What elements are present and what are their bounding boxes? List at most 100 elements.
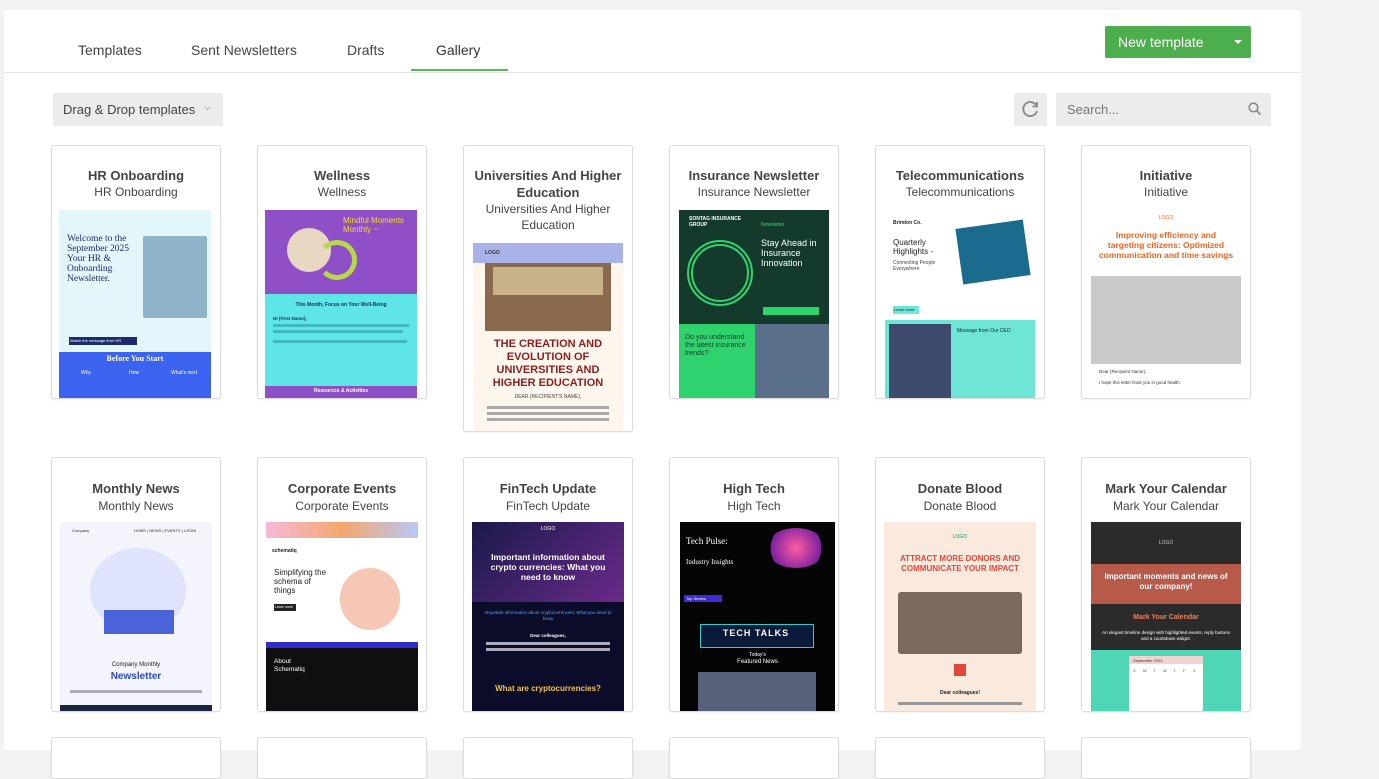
template-card-partial[interactable] <box>875 737 1045 779</box>
card-preview: Mindful Moments Monthly ~ This Month, Fo… <box>265 210 417 398</box>
card-title: HR Onboarding <box>87 168 185 183</box>
template-card-insurance[interactable]: Insurance Newsletter Insurance Newslette… <box>669 145 839 399</box>
dropdown-label: Drag & Drop templates <box>63 102 196 117</box>
preview-greeting: Dear colleagues, <box>530 633 566 638</box>
preview-banner: TECH TALKS <box>722 628 790 638</box>
template-card-corporate-events[interactable]: Corporate Events Corporate Events schema… <box>257 457 427 712</box>
card-preview: LOGO ATTRACT MORE DONORS AND COMMUNICATE… <box>884 522 1036 711</box>
preview-featured: Featured News <box>737 659 778 665</box>
template-card-partial[interactable] <box>463 737 633 779</box>
preview-kicker: Newsletter <box>761 222 785 228</box>
preview-message: Message from Our CEO <box>957 328 1011 334</box>
card-preview: LOGO THE CREATION AND EVOLUTION OF UNIVE… <box>473 243 623 431</box>
preview-logo: LOGO <box>1158 540 1174 546</box>
card-subtitle: FinTech Update <box>505 499 591 513</box>
card-subtitle: Universities And Higher Education <box>485 202 611 232</box>
card-title: Wellness <box>313 168 371 183</box>
card-title: Mark Your Calendar <box>1105 481 1227 496</box>
preview-logo: LOGO <box>952 534 968 540</box>
template-card-partial[interactable] <box>257 737 427 779</box>
preview-greeting: Dear colleagues! <box>939 690 981 696</box>
tab-bar: Templates Sent Newsletters Drafts Galler… <box>4 10 1301 73</box>
tab-gallery[interactable]: Gallery <box>436 42 480 58</box>
card-title: Telecommunications <box>895 168 1025 183</box>
template-card-partial[interactable] <box>1081 737 1251 779</box>
template-card-high-tech[interactable]: High Tech High Tech Tech Pulse: Industry… <box>669 457 839 712</box>
preview-focus: This Month, Focus on Your Well-Being <box>295 302 387 308</box>
preview-logo: LOGO <box>1158 215 1174 221</box>
active-tab-indicator <box>411 69 508 71</box>
preview-heading: Quarterly Highlights - <box>893 238 934 256</box>
template-card-donate-blood[interactable]: Donate Blood Donate Blood LOGO ATTRACT M… <box>875 457 1045 712</box>
preview-button: Learn more <box>275 605 293 609</box>
refresh-icon <box>1022 101 1038 117</box>
template-card-initiative[interactable]: Initiative Initiative LOGO Improving eff… <box>1081 145 1251 399</box>
card-subtitle: Corporate Events <box>295 499 389 513</box>
template-card-monthly-news[interactable]: Monthly News Monthly News Company HOME |… <box>51 457 221 712</box>
preview-sub: Industry Insights <box>686 558 734 566</box>
preview-line: I hope this letter finds you in good hea… <box>1099 380 1182 385</box>
preview-heading: ATTRACT MORE DONORS AND COMMUNICATE YOUR… <box>900 554 1020 573</box>
preview-today: Today's <box>749 652 766 658</box>
preview-day: M <box>1143 668 1147 673</box>
preview-heading: Important moments and news of our compan… <box>1104 572 1228 591</box>
template-card-universities[interactable]: Universities And Higher Education Univer… <box>463 145 633 432</box>
preview-button: Learn more <box>894 307 915 312</box>
new-template-button[interactable]: New template <box>1105 26 1251 58</box>
template-card-partial[interactable] <box>51 737 221 779</box>
card-preview: Welcome to the September 2025 Your HR & … <box>59 210 211 398</box>
template-card-hr-onboarding[interactable]: HR Onboarding HR Onboarding Welcome to t… <box>51 145 221 399</box>
preview-brand: SONTAG INSURANCE GROUP <box>689 216 742 228</box>
preview-button: Watch the message from HR <box>70 338 122 343</box>
template-card-telecommunications[interactable]: Telecommunications Telecommunications Br… <box>875 145 1045 399</box>
refresh-button[interactable] <box>1014 93 1047 126</box>
search-input[interactable] <box>1056 93 1258 126</box>
preview-day: F <box>1183 668 1186 673</box>
preview-brand: Brimton Co. <box>893 220 922 226</box>
card-preview: Brimton Co. Quarterly Highlights - Conne… <box>885 210 1035 398</box>
chevron-down-icon[interactable] <box>1225 26 1251 58</box>
preview-footer: Resources & Activities <box>313 388 368 394</box>
preview-desc: An elegant timeline design with highligh… <box>1102 630 1230 641</box>
preview-month: September 2024 <box>1133 658 1163 663</box>
preview-day: T <box>1153 668 1156 673</box>
preview-about: About Schematiq <box>274 658 305 673</box>
template-card-partial[interactable] <box>669 737 839 779</box>
card-title: Corporate Events <box>287 481 397 496</box>
preview-sub: Mark Your Calendar <box>1133 614 1199 621</box>
preview-day: S <box>1133 668 1136 673</box>
card-title: Insurance Newsletter <box>688 168 820 183</box>
template-card-wellness[interactable]: Wellness Wellness Mindful Moments Monthl… <box>257 145 427 399</box>
card-title: Initiative <box>1139 168 1193 183</box>
main-panel: Templates Sent Newsletters Drafts Galler… <box>4 10 1301 779</box>
card-preview: Company HOME | NEWS | EVENTS | LOGIN Com… <box>60 522 212 711</box>
preview-question: Do you understand the latest insurance t… <box>685 334 746 357</box>
card-preview: LOGO Important information about crypto … <box>472 522 624 711</box>
preview-greeting: Hi {First Name}, <box>273 316 307 321</box>
new-template-label: New template <box>1118 34 1204 50</box>
template-card-fintech-update[interactable]: FinTech Update FinTech Update LOGO Impor… <box>463 457 633 712</box>
card-subtitle: Mark Your Calendar <box>1112 499 1220 513</box>
card-preview: LOGO Improving efficiency and targeting … <box>1091 210 1241 398</box>
card-title: Donate Blood <box>917 481 1003 496</box>
tab-sent-newsletters[interactable]: Sent Newsletters <box>191 42 297 58</box>
preview-heading: Simplifying the schema of things <box>274 568 327 595</box>
preview-tag: Top Stories <box>686 596 707 601</box>
card-title: Monthly News <box>92 481 180 496</box>
template-type-dropdown[interactable]: Drag & Drop templates ⌵ <box>53 93 223 126</box>
preview-question: What are cryptocurrencies? <box>495 684 601 693</box>
preview-greeting: DEAR {RECIPIENT'S NAME}, <box>514 394 582 400</box>
preview-heading: Newsletter <box>110 671 162 682</box>
search-icon[interactable] <box>1248 102 1262 116</box>
card-subtitle: Monthly News <box>98 499 174 513</box>
chevron-down-icon: ⌵ <box>204 102 211 112</box>
tab-drafts[interactable]: Drafts <box>347 42 384 58</box>
card-title: FinTech Update <box>499 481 597 496</box>
tab-templates[interactable]: Templates <box>78 42 142 58</box>
search-box <box>1056 93 1271 126</box>
card-subtitle: HR Onboarding <box>94 185 178 199</box>
preview-heading: Mindful Moments Monthly ~ <box>343 216 404 234</box>
preview-brand: Company <box>72 528 90 533</box>
preview-day: S <box>1193 668 1196 673</box>
template-card-mark-your-calendar[interactable]: Mark Your Calendar Mark Your Calendar LO… <box>1081 457 1251 712</box>
